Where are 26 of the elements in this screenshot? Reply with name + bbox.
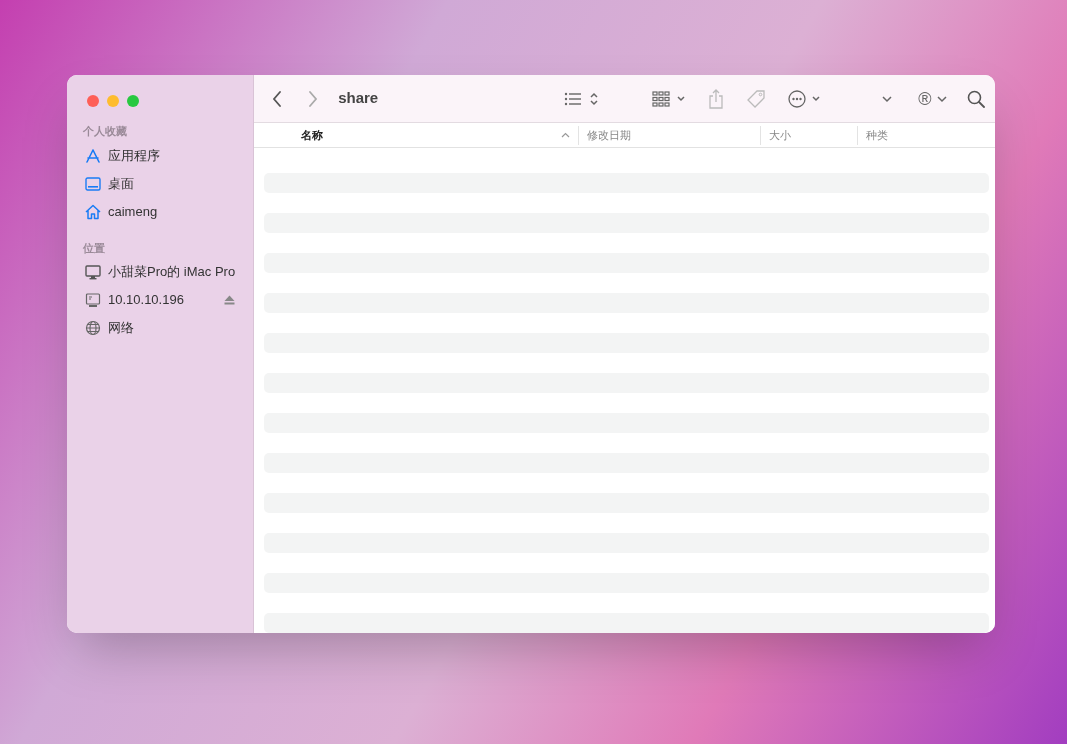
sidebar-item[interactable]: 网络 xyxy=(77,314,244,342)
display-icon xyxy=(85,292,101,308)
sidebar-item[interactable]: caimeng xyxy=(77,197,244,226)
sidebar-item[interactable]: 桌面 xyxy=(77,169,244,198)
sidebar-section-header: 位置 xyxy=(82,240,106,256)
column-header[interactable]: 修改日期 xyxy=(578,125,761,145)
chevron-down-icon[interactable] xyxy=(937,94,948,103)
sidebar-item[interactable]: 应用程序 xyxy=(77,141,244,170)
sidebar-item[interactable]: 10.10.10.196 xyxy=(77,286,244,314)
house-icon xyxy=(85,203,101,220)
desktop-icon xyxy=(85,176,101,191)
sidebar-item[interactable]: 小甜菜Pro的 iMac Pro xyxy=(77,258,244,286)
search-icon[interactable] xyxy=(967,89,986,108)
sidebar-section-header: 个人收藏 xyxy=(82,124,128,139)
chevron-down-icon[interactable] xyxy=(882,94,893,103)
column-header[interactable]: 名称 xyxy=(254,125,579,145)
sort-ascending-icon xyxy=(561,132,571,138)
globe-icon xyxy=(85,320,101,336)
registered-mark-button[interactable]: ® xyxy=(918,89,932,108)
column-header[interactable]: 大小 xyxy=(760,125,858,145)
monitor-icon xyxy=(85,264,101,280)
column-header[interactable]: 种类 xyxy=(857,125,995,145)
window-title: share xyxy=(338,88,379,109)
list-view-icon[interactable] xyxy=(564,90,601,107)
back-icon[interactable] xyxy=(272,90,283,107)
app-store-icon xyxy=(85,147,101,164)
